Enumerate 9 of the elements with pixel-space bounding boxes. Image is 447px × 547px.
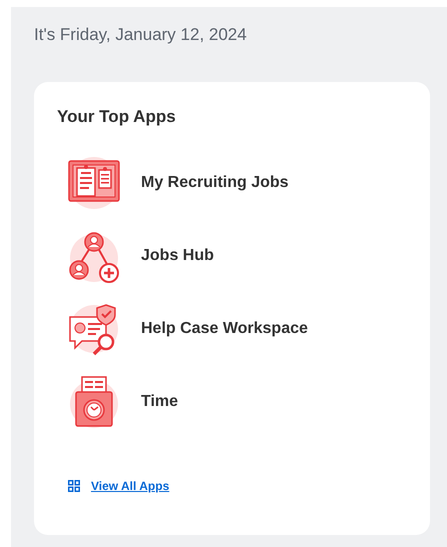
date-greeting: It's Friday, January 12, 2024 [34,25,248,45]
card-title: Your Top Apps [57,106,177,128]
app-link[interactable]: Time [66,374,406,430]
app-link[interactable]: Jobs Hub [66,228,406,284]
grid-icon [68,480,80,492]
clipboards-icon [66,155,122,211]
app-link[interactable]: My Recruiting Jobs [66,155,406,211]
view-all-apps-link[interactable]: View All Apps [91,479,170,493]
app-link[interactable]: Help Case Workspace [66,301,406,357]
